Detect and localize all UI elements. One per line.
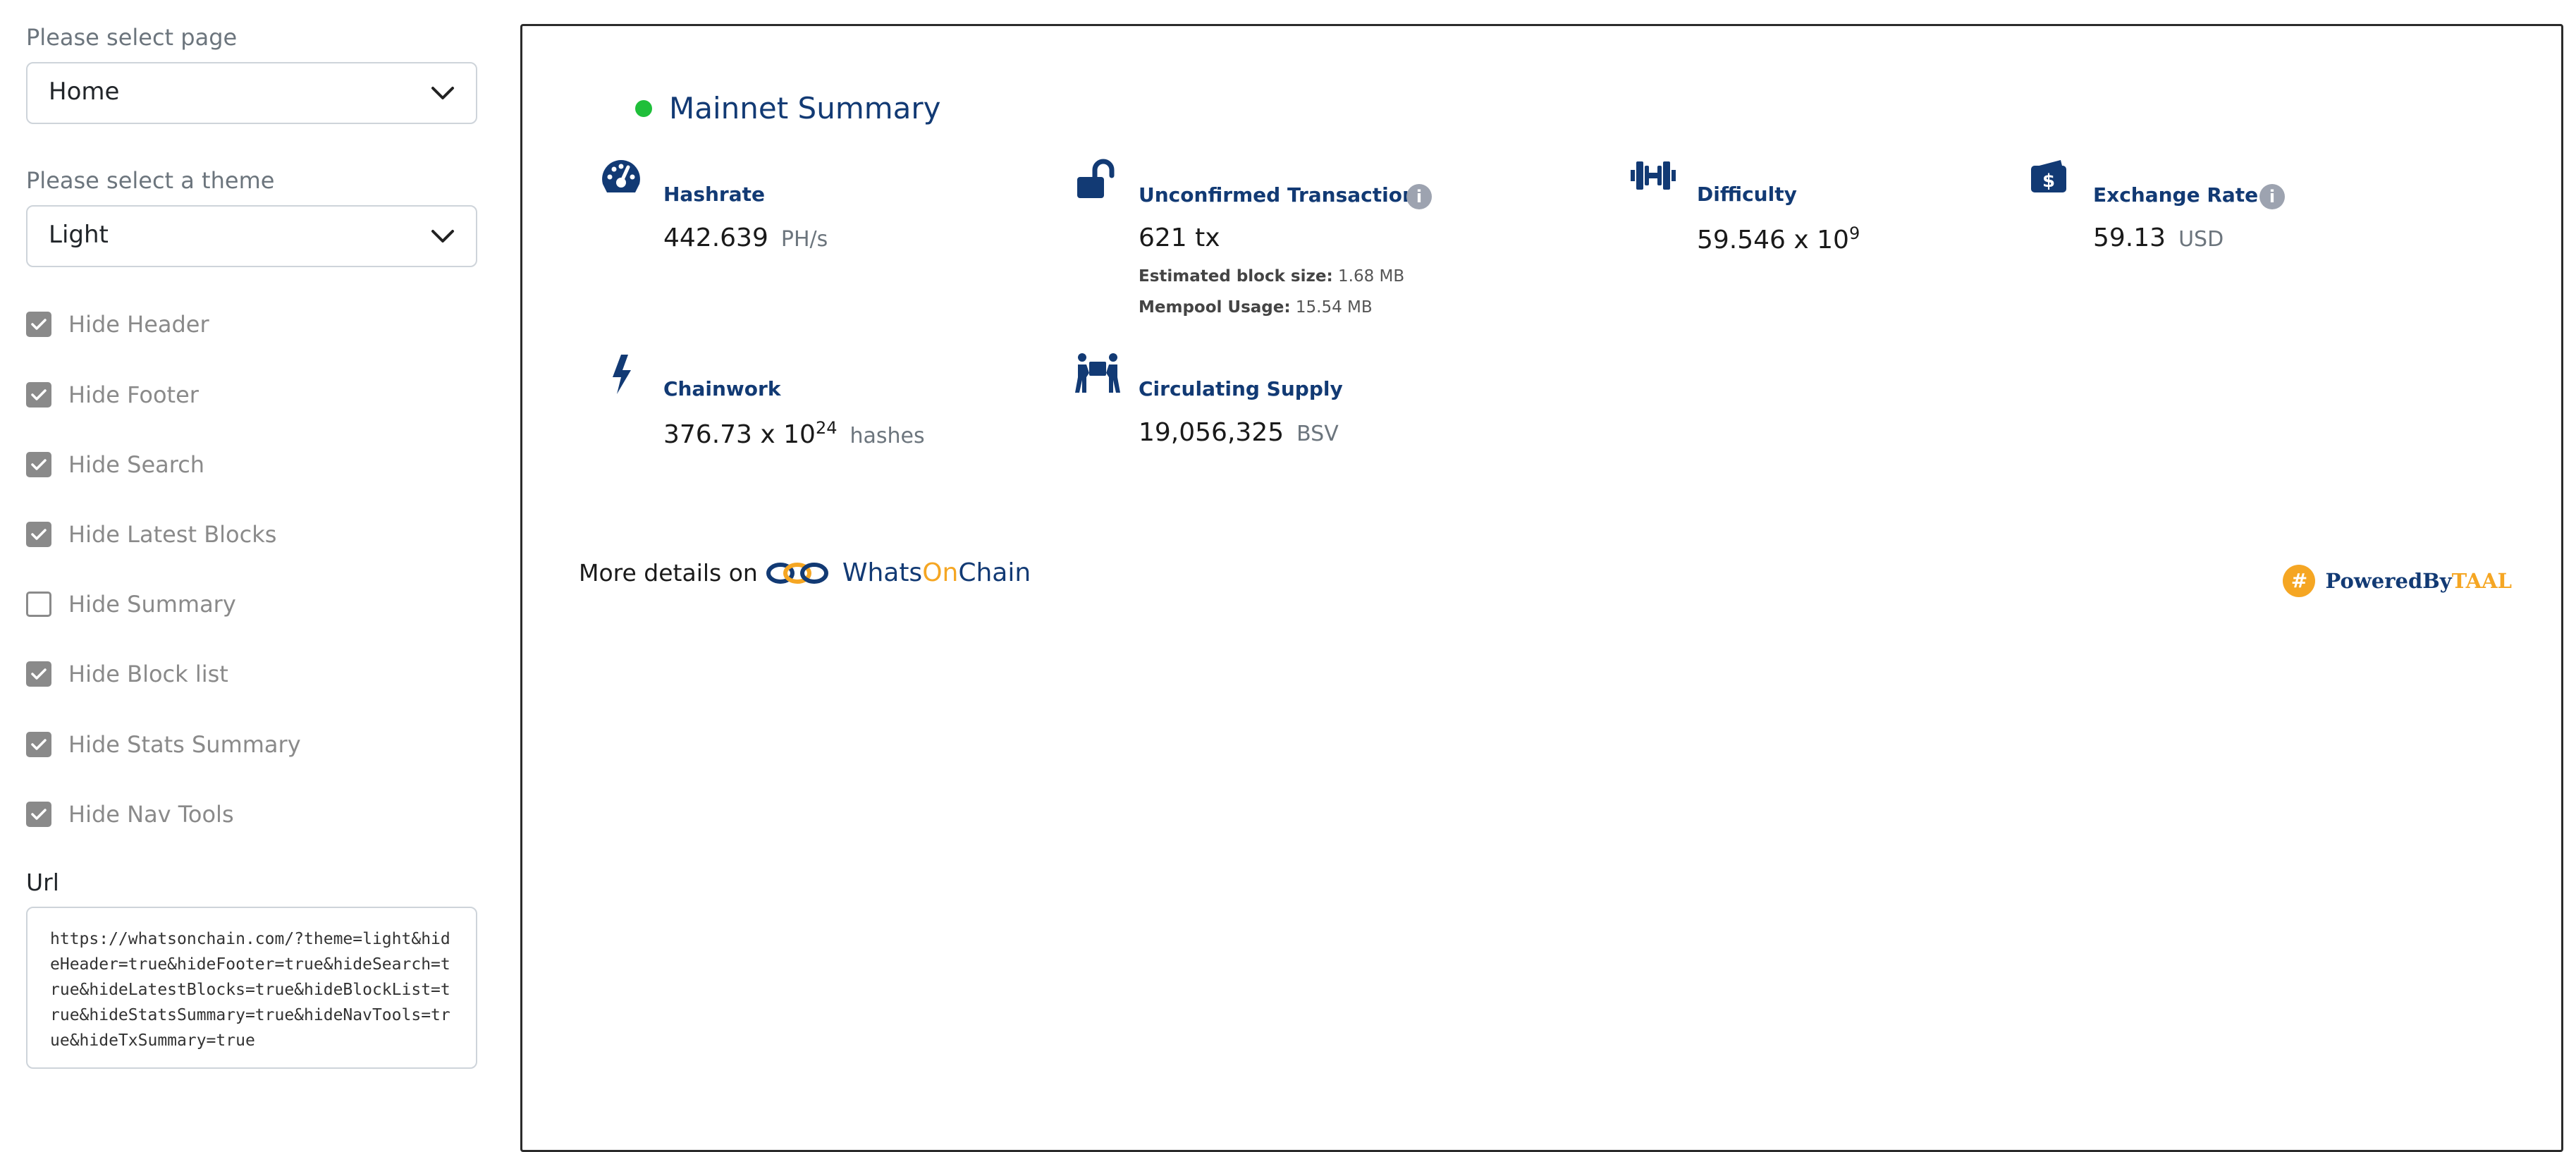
exchange-rate-unit: USD: [2178, 227, 2224, 252]
block-size-line: Estimated block size: 1.68 MB: [1139, 267, 1404, 286]
checkmark-icon: [31, 459, 47, 470]
woc-part-whats: Whats: [842, 558, 923, 587]
hashrate-label: Hashrate: [663, 183, 766, 206]
url-textarea[interactable]: https://whatsonchain.com/?theme=light&hi…: [26, 907, 477, 1069]
summary-title-text: Mainnet Summary: [669, 91, 941, 125]
info-icon[interactable]: i: [1406, 184, 1432, 209]
info-icon[interactable]: i: [2259, 184, 2285, 209]
checkbox-box[interactable]: [26, 522, 51, 547]
unlock-icon: [1077, 159, 1115, 198]
checkbox-label: Hide Header: [68, 311, 209, 338]
difficulty-label: Difficulty: [1697, 183, 1797, 206]
woc-part-chain: Chain: [958, 558, 1031, 587]
chainwork-value: 376.73 x 1024 hashes: [663, 418, 925, 449]
mempool-line: Mempool Usage: 15.54 MB: [1139, 298, 1373, 317]
checkbox-hide-summary[interactable]: Hide Summary: [26, 589, 236, 620]
checkbox-label: Hide Summary: [68, 591, 236, 618]
difficulty-value: 59.546 x 109: [1697, 223, 1860, 255]
chevron-down-icon: [431, 230, 454, 243]
bolt-icon: [613, 355, 631, 394]
checkmark-icon: [31, 389, 47, 400]
more-details-text: More details on: [579, 559, 758, 587]
checkbox-hide-footer[interactable]: Hide Footer: [26, 379, 199, 410]
checkbox-box[interactable]: [26, 452, 51, 477]
url-label: Url: [26, 869, 59, 896]
checkbox-label: Hide Stats Summary: [68, 731, 301, 758]
checkmark-icon: [31, 319, 47, 330]
theme-select-label: Please select a theme: [26, 167, 275, 194]
checkbox-box[interactable]: [26, 592, 51, 617]
checkbox-label: Hide Footer: [68, 381, 199, 408]
theme-select[interactable]: Light: [26, 205, 477, 267]
preview-frame: Mainnet Summary Hashrate 442.639 PH/s Unc…: [520, 24, 2563, 1152]
chainwork-label: Chainwork: [663, 377, 781, 400]
checkmark-icon: [31, 529, 47, 540]
checkbox-box[interactable]: [26, 661, 51, 687]
dumbbell-icon: [1631, 161, 1676, 190]
woc-part-on: On: [922, 558, 959, 587]
hashrate-number: 442.639: [663, 223, 768, 252]
powered-by-text: PoweredBy: [2325, 569, 2452, 593]
chainwork-mantissa: 376.73 x 10: [663, 420, 816, 449]
chevron-down-icon: [431, 87, 454, 99]
checkmark-icon: [31, 668, 47, 680]
checkmark-icon: [31, 809, 47, 820]
page-select-value: Home: [49, 78, 120, 106]
page-select-label: Please select page: [26, 24, 238, 51]
unconfirmed-label: Unconfirmed Transactions: [1139, 183, 1428, 207]
hashrate-value: 442.639 PH/s: [663, 223, 828, 252]
checkbox-label: Hide Nav Tools: [68, 801, 234, 828]
checkbox-label: Hide Search: [68, 451, 205, 478]
chainwork-exponent: 24: [815, 418, 838, 438]
whatsonchain-wordmark: WhatsOnChain: [842, 558, 1031, 587]
checkbox-label: Hide Block list: [68, 661, 228, 687]
exchange-rate-number: 59.13: [2093, 223, 2166, 252]
powered-by-taal[interactable]: # PoweredBy TAAL: [2283, 565, 2512, 597]
checkbox-box[interactable]: [26, 312, 51, 337]
exchange-rate-value: 59.13 USD: [2093, 223, 2224, 252]
difficulty-exponent: 9: [1848, 223, 1860, 243]
whatsonchain-logo-icon: [766, 562, 828, 584]
checkbox-label: Hide Latest Blocks: [68, 521, 277, 548]
taal-coin-icon: #: [2283, 565, 2316, 597]
theme-select-value: Light: [49, 221, 109, 249]
checkbox-box[interactable]: [26, 732, 51, 757]
checkbox-box[interactable]: [26, 802, 51, 827]
checkbox-hide-search[interactable]: Hide Search: [26, 449, 204, 480]
supply-number: 19,056,325: [1139, 418, 1284, 447]
checkbox-hide-nav-tools[interactable]: Hide Nav Tools: [26, 799, 234, 830]
mempool-label: Mempool Usage:: [1139, 298, 1291, 317]
status-dot: [635, 99, 652, 117]
checkbox-hide-block-list[interactable]: Hide Block list: [26, 658, 228, 690]
supply-value: 19,056,325 BSV: [1139, 418, 1339, 447]
page-select[interactable]: Home: [26, 62, 477, 124]
mempool-value: 15.54 MB: [1295, 298, 1373, 317]
difficulty-mantissa: 59.546 x 10: [1697, 226, 1849, 255]
checkmark-icon: [31, 739, 47, 750]
hashrate-unit: PH/s: [780, 227, 828, 252]
block-size-value: 1.68 MB: [1338, 267, 1405, 286]
supply-unit: BSV: [1296, 422, 1339, 446]
chainwork-unit: hashes: [850, 424, 925, 448]
unconfirmed-value: 621 tx: [1139, 223, 1220, 252]
checkbox-hide-latest-blocks[interactable]: Hide Latest Blocks: [26, 519, 276, 550]
svg-text:$: $: [2042, 171, 2055, 192]
block-size-label: Estimated block size:: [1139, 267, 1333, 286]
checkbox-box[interactable]: [26, 382, 51, 408]
summary-title: Mainnet Summary: [635, 91, 941, 125]
exchange-rate-label: Exchange Rate: [2093, 183, 2259, 207]
settings-sidebar: Please select page Home Please select a …: [26, 0, 479, 1105]
checkbox-hide-header[interactable]: Hide Header: [26, 309, 209, 340]
supply-label: Circulating Supply: [1139, 377, 1343, 400]
speedometer-icon: [602, 160, 640, 192]
people-carry-icon: [1075, 353, 1120, 393]
taal-text: TAAL: [2451, 569, 2512, 593]
checkbox-hide-stats-summary[interactable]: Hide Stats Summary: [26, 729, 301, 760]
more-details-link[interactable]: More details on WhatsOnChain: [579, 558, 1031, 587]
wallet-icon: $: [2031, 160, 2066, 192]
